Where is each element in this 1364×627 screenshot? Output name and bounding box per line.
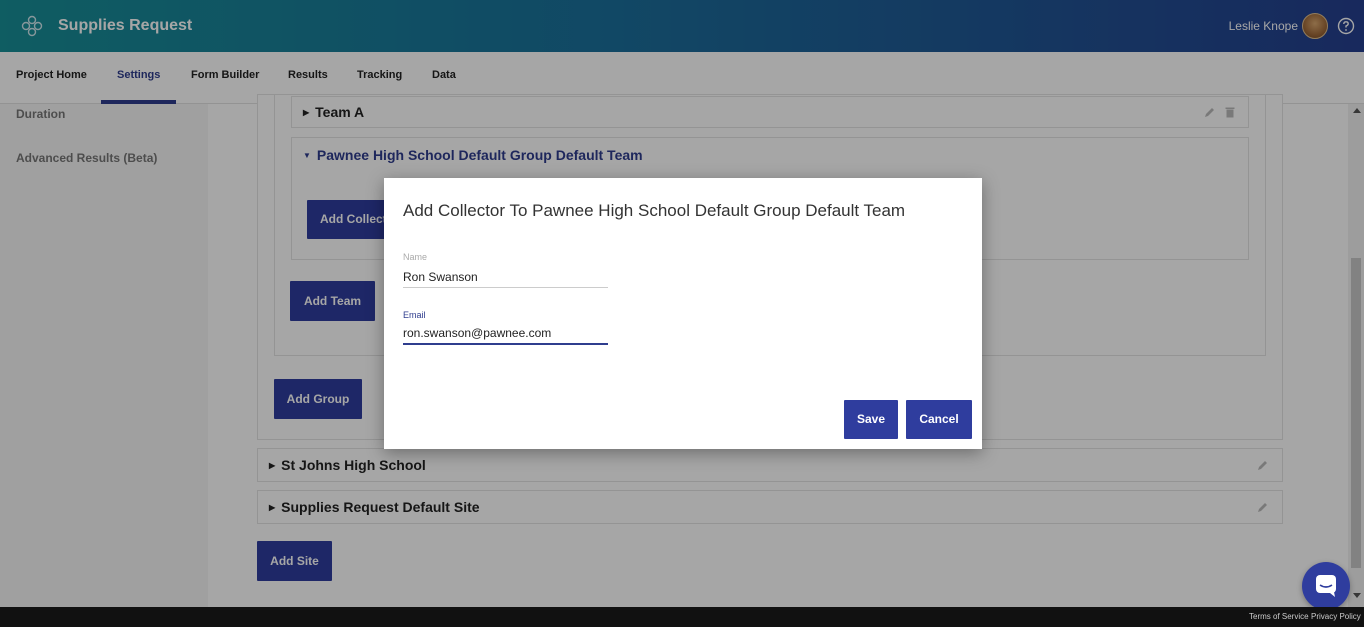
name-input[interactable] [403,266,608,288]
add-collector-dialog: Add Collector To Pawnee High School Defa… [384,178,982,449]
cancel-button[interactable]: Cancel [906,400,972,439]
chat-icon [1316,575,1336,597]
email-label: Email [403,310,426,320]
save-button[interactable]: Save [844,400,898,439]
privacy-link[interactable]: Privacy Policy [1311,612,1361,621]
dialog-title: Add Collector To Pawnee High School Defa… [403,201,906,220]
name-label: Name [403,252,428,262]
terms-link[interactable]: Terms of Service [1249,612,1309,621]
footer: Terms of Service Privacy Policy [0,607,1364,627]
email-input[interactable] [403,323,608,345]
chat-launcher-button[interactable] [1302,562,1350,610]
